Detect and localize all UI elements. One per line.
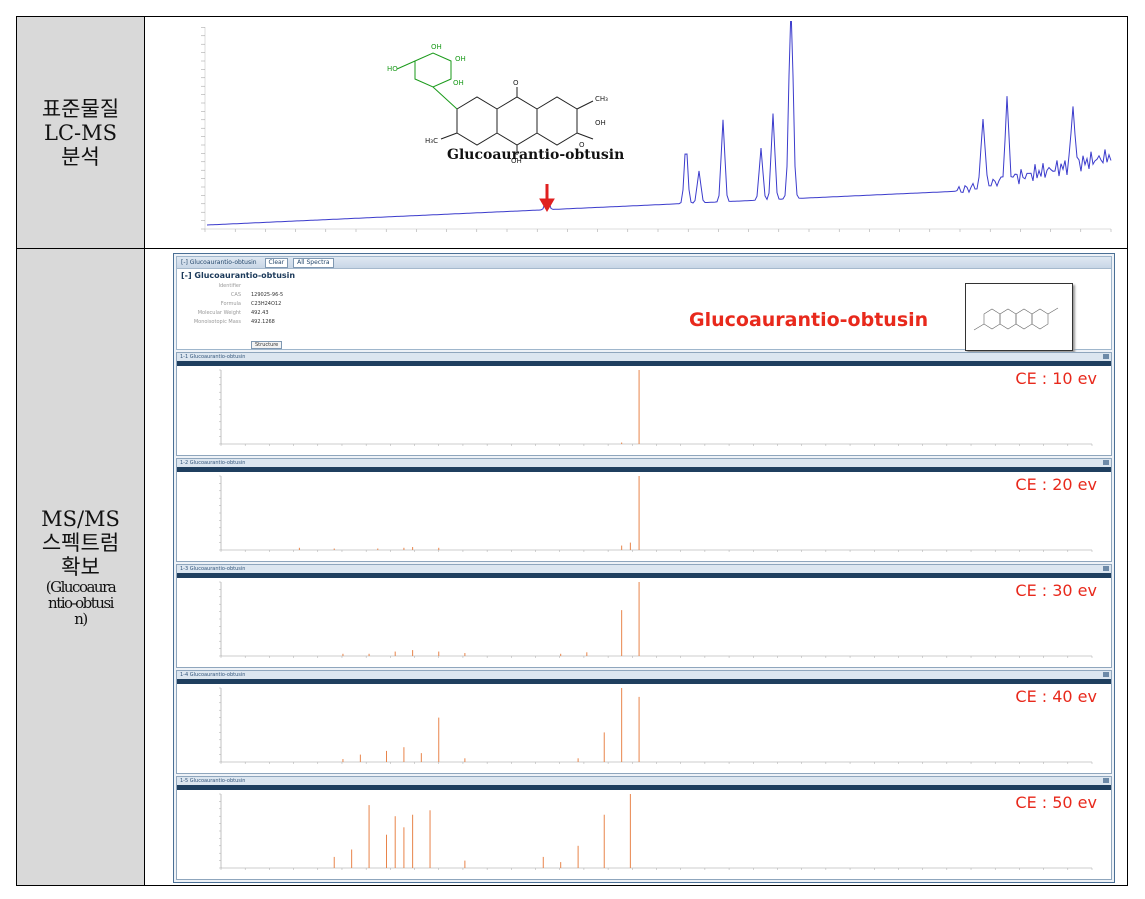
label-line: LC-MS — [44, 120, 117, 145]
structure-thumbnail-icon — [973, 307, 1059, 331]
spectrum-plot — [219, 793, 1093, 870]
structure-labels: OH OH HO OH — [387, 43, 466, 87]
compound-tab[interactable]: [-] Glucoaurantio-obtusin — [181, 257, 257, 268]
spectrum-plot — [219, 369, 1093, 446]
compound-info-panel: [-] Glucoaurantio-obtusin Clear All Spec… — [176, 256, 1112, 351]
row-label-lcms: 표준물질 LC-MS 분석 — [17, 17, 145, 248]
collision-energy-label: CE : 50 ev — [1015, 793, 1097, 812]
collision-energy-label: CE : 10 ev — [1015, 369, 1097, 388]
lcms-content: OH OH HO OH O CH₃ OH H₃C OH O Glucoaurantio-obt… — [145, 17, 1127, 248]
svg-text:HO: HO — [387, 65, 398, 73]
collision-energy-label: CE : 30 ev — [1015, 581, 1097, 600]
collision-energy-label: CE : 40 ev — [1015, 687, 1097, 706]
close-icon[interactable] — [1103, 672, 1109, 677]
svg-text:OH: OH — [453, 79, 464, 87]
y-axis-ticks — [201, 27, 205, 230]
spectrum-tab[interactable]: 1-1 Glucoaurantio-obtusin — [177, 353, 1111, 361]
label-line: 분석 — [61, 144, 100, 169]
spectrum-panel: 1-5 Glucoaurantio-obtusin CE : 50 ev — [176, 776, 1112, 880]
spectrum-tab[interactable]: 1-3 Glucoaurantio-obtusin — [177, 565, 1111, 573]
close-icon[interactable] — [1103, 778, 1109, 783]
svg-text:CH₃: CH₃ — [595, 95, 608, 103]
label-line: 스펙트럼 — [41, 531, 120, 555]
spectrum-panel: 1-3 Glucoaurantio-obtusin CE : 30 ev — [176, 564, 1112, 668]
spectrum-tab[interactable]: 1-2 Glucoaurantio-obtusin — [177, 459, 1111, 467]
document-table: 표준물질 LC-MS 분석 OH OH HO OH O CH₃ OH H₃C O… — [16, 16, 1128, 886]
label-line: 확보 — [61, 555, 100, 579]
row-label-msms: MS/MS 스펙트럼 확보 (Glucoaura ntio-obtusi n) — [17, 249, 145, 885]
structure-thumbnail — [965, 283, 1073, 351]
spectrum-panel: 1-4 Glucoaurantio-obtusin CE : 40 ev — [176, 670, 1112, 774]
spectrum-plot — [219, 581, 1093, 658]
label-line: 표준물질 — [41, 96, 120, 121]
label-line: n) — [74, 610, 88, 628]
compound-title: [-] Glucoaurantio-obtusin — [181, 271, 296, 280]
all-spectra-button[interactable]: All Spectra — [293, 258, 334, 268]
svg-text:O: O — [513, 79, 519, 87]
spectrum-plot — [219, 475, 1093, 552]
row-msms: MS/MS 스펙트럼 확보 (Glucoaura ntio-obtusi n) … — [17, 249, 1127, 885]
spectrum-plot — [219, 687, 1093, 764]
svg-text:OH: OH — [431, 43, 442, 51]
compound-name-large: Glucoaurantio-obtusin — [689, 309, 929, 331]
collision-energy-label: CE : 20 ev — [1015, 475, 1097, 494]
spectrum-panel: 1-1 Glucoaurantio-obtusin CE : 10 ev — [176, 352, 1112, 456]
spectrum-tab[interactable]: 1-4 Glucoaurantio-obtusin — [177, 671, 1111, 679]
svg-text:H₃C: H₃C — [425, 137, 438, 145]
label-line: MS/MS — [41, 507, 120, 531]
compound-tabbar: [-] Glucoaurantio-obtusin Clear All Spec… — [177, 257, 1111, 269]
structure-button[interactable]: Structure — [251, 341, 283, 349]
msms-content: [-] Glucoaurantio-obtusin Clear All Spec… — [145, 249, 1127, 885]
lcms-chromatogram: OHOHHOOH OCH₃OH H₃COHO — [175, 21, 1113, 245]
spectrum-tab[interactable]: 1-5 Glucoaurantio-obtusin — [177, 777, 1111, 785]
x-axis-ticks — [204, 229, 1112, 232]
svg-text:OH: OH — [455, 55, 466, 63]
chromatogram-trace — [206, 21, 1112, 226]
label-line: (Glucoaura — [45, 578, 117, 596]
row-lcms: 표준물질 LC-MS 분석 OH OH HO OH O CH₃ OH H₃C O… — [17, 17, 1127, 249]
compound-arrow — [539, 184, 555, 212]
close-icon[interactable] — [1103, 460, 1109, 465]
close-icon[interactable] — [1103, 566, 1109, 571]
label-line: ntio-obtusi — [48, 594, 114, 612]
clear-button[interactable]: Clear — [264, 258, 289, 268]
chromatogram-compound-label: Glucoaurantio-obtusin — [447, 147, 625, 163]
close-icon[interactable] — [1103, 354, 1109, 359]
spectrum-panel: 1-2 Glucoaurantio-obtusin CE : 20 ev — [176, 458, 1112, 562]
svg-text:OH: OH — [595, 119, 606, 127]
spectra-window: [-] Glucoaurantio-obtusin Clear All Spec… — [173, 253, 1115, 883]
